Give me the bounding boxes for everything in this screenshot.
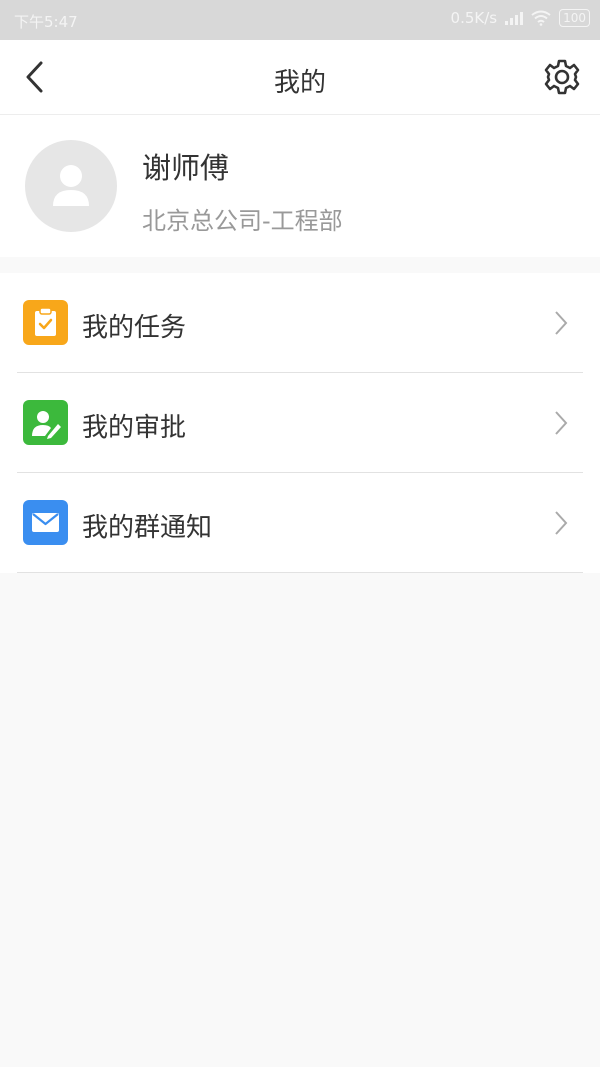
menu-item-my-approvals[interactable]: 我的审批 (17, 373, 583, 473)
wifi-icon (531, 10, 551, 26)
signal-icon (505, 11, 524, 25)
menu-item-label: 我的审批 (82, 413, 187, 443)
avatar[interactable] (25, 140, 117, 232)
menu-item-label: 我的任务 (82, 313, 187, 343)
approval-pen-icon (23, 400, 68, 445)
header-bar: 我的 (0, 40, 600, 115)
chevron-right-icon (555, 411, 568, 435)
clipboard-check-icon (23, 300, 68, 345)
avatar-placeholder-icon (53, 165, 89, 206)
gear-icon (544, 59, 580, 95)
status-bar: 下午5:47 0.5K/s 100 (0, 0, 600, 40)
envelope-icon (23, 500, 68, 545)
menu-item-my-group-notices[interactable]: 我的群通知 (17, 473, 583, 573)
menu-item-my-tasks[interactable]: 我的任务 (17, 273, 583, 373)
chevron-right-icon (555, 511, 568, 535)
menu-item-label: 我的群通知 (82, 513, 213, 543)
settings-button[interactable] (542, 57, 582, 97)
profile-card[interactable]: 谢师傅 北京总公司-工程部 (0, 115, 600, 257)
user-department: 北京总公司-工程部 (142, 207, 343, 235)
status-time: 下午5:47 (14, 13, 78, 31)
menu-list: 我的任务 我的审批 我的群通知 (0, 273, 600, 573)
network-speed: 0.5K/s (450, 9, 498, 27)
status-indicators: 0.5K/s 100 (451, 9, 590, 27)
chevron-right-icon (555, 311, 568, 335)
page-title: 我的 (273, 68, 326, 98)
user-name: 谢师傅 (142, 151, 230, 185)
battery-icon: 100 (559, 9, 590, 27)
